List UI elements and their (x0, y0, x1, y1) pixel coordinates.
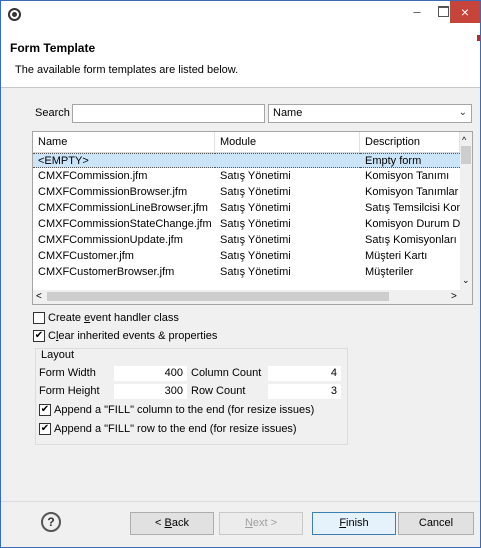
scroll-left-icon[interactable]: < (36, 291, 42, 302)
cell-name: CMXFCustomerBrowser.jfm (38, 266, 175, 278)
cancel-button[interactable]: Cancel (398, 512, 474, 535)
cell-name: <EMPTY> (33, 153, 215, 168)
eclipse-gear-icon (8, 8, 21, 21)
footer-separator (1, 501, 480, 502)
clear-inherited-checkbox[interactable]: ✔ (33, 330, 45, 342)
cell-module: Satış Yönetimi (220, 170, 291, 182)
cell-module: Satış Yönetimi (220, 218, 291, 230)
cell-name: CMXFCommissionBrowser.jfm (38, 186, 188, 198)
cell-description: Empty form (360, 153, 460, 168)
error-marker (477, 35, 480, 41)
finish-button[interactable]: Finish (312, 512, 396, 535)
search-input[interactable] (72, 104, 265, 123)
cell-name: CMXFCommission.jfm (38, 170, 148, 182)
table-row[interactable]: CMXFCustomer.jfm Satış Yönetimi Müşteri … (33, 249, 460, 264)
cell-name: CMXFCustomer.jfm (38, 250, 134, 262)
clear-inherited-label[interactable]: Clear inherited events & properties (48, 330, 217, 342)
search-label: Search (35, 107, 70, 119)
cell-module: Satış Yönetimi (220, 234, 291, 246)
table-row[interactable]: CMXFCommissionUpdate.jfm Satış Yönetimi … (33, 233, 460, 248)
search-field-value: Name (273, 107, 303, 119)
cell-description: Komisyon Tanımlar (365, 186, 459, 198)
table-header: Name Module Description (33, 132, 472, 153)
vertical-scroll-thumb[interactable] (461, 146, 471, 164)
cell-module: Satış Yönetimi (220, 202, 291, 214)
layout-legend: Layout (39, 349, 77, 361)
cell-description: Satış Temsilcisi Kon (365, 202, 460, 214)
create-event-handler-label[interactable]: Create event handler class (48, 312, 179, 324)
append-fill-column-checkbox[interactable]: ✔ (39, 404, 51, 416)
cell-description: Komisyon Durum D (365, 218, 460, 230)
wizard-dialog: – × Form Template The available form tem… (0, 0, 481, 548)
title-bar: – × (1, 1, 480, 29)
help-icon[interactable]: ? (41, 512, 61, 532)
append-fill-row-checkbox[interactable]: ✔ (39, 423, 51, 435)
cell-name: CMXFCommissionLineBrowser.jfm (38, 202, 208, 214)
minimize-button[interactable]: – (404, 1, 430, 23)
maximize-icon (437, 5, 449, 17)
form-height-field[interactable]: 300 (114, 384, 187, 399)
row-count-field[interactable]: 3 (268, 384, 341, 399)
scroll-down-icon[interactable]: ⌄ (462, 275, 470, 286)
column-header-module[interactable]: Module (215, 132, 360, 152)
horizontal-scroll-thumb[interactable] (47, 292, 389, 301)
cell-description: Satış Komisyonları G (365, 234, 460, 246)
create-event-handler-checkbox[interactable] (33, 312, 45, 324)
back-button[interactable]: < Back (130, 512, 214, 535)
chevron-down-icon: ⌄ (458, 107, 467, 118)
next-button[interactable]: Next > (219, 512, 303, 535)
cell-name: CMXFCommissionStateChange.jfm (38, 218, 212, 230)
column-count-field[interactable]: 4 (268, 366, 341, 381)
table-row[interactable]: CMXFCommission.jfm Satış Yönetimi Komisy… (33, 169, 460, 184)
column-header-name[interactable]: Name (33, 132, 215, 152)
cell-module: Satış Yönetimi (220, 250, 291, 262)
page-description: The available form templates are listed … (15, 64, 239, 76)
table-row[interactable]: <EMPTY> Empty form (33, 153, 460, 168)
page-title: Form Template (10, 41, 96, 55)
form-width-label: Form Width (39, 367, 96, 379)
vertical-scrollbar[interactable]: ^ ⌄ (460, 132, 472, 290)
wizard-header: Form Template The available form templat… (1, 29, 480, 88)
table-row[interactable]: CMXFCommissionLineBrowser.jfm Satış Yöne… (33, 201, 460, 216)
row-count-label: Row Count (191, 385, 246, 397)
column-header-description[interactable]: Description (360, 132, 460, 152)
column-count-label: Column Count (191, 367, 262, 379)
templates-table[interactable]: Name Module Description <EMPTY> Empty fo… (32, 131, 473, 305)
cell-description: Müşteriler (365, 266, 414, 278)
close-button[interactable]: × (450, 1, 480, 23)
scroll-up-icon[interactable]: ^ (462, 135, 466, 145)
cell-description: Komisyon Tanımı (365, 170, 450, 182)
cell-module: Satış Yönetimi (220, 186, 291, 198)
cell-module: Satış Yönetimi (220, 266, 291, 278)
form-width-field[interactable]: 400 (114, 366, 187, 381)
cell-name: CMXFCommissionUpdate.jfm (38, 234, 183, 246)
table-row[interactable]: CMXFCommissionStateChange.jfm Satış Yöne… (33, 217, 460, 232)
cell-module (215, 153, 360, 168)
append-fill-row-label[interactable]: Append a "FILL" row to the end (for resi… (54, 423, 297, 435)
scroll-right-icon[interactable]: > (451, 291, 457, 302)
table-row[interactable]: CMXFCustomerBrowser.jfm Satış Yönetimi M… (33, 265, 460, 280)
form-height-label: Form Height (39, 385, 100, 397)
horizontal-scrollbar[interactable]: < > (33, 290, 472, 304)
table-row[interactable]: CMXFCommissionBrowser.jfm Satış Yönetimi… (33, 185, 460, 200)
search-field-select[interactable]: Name ⌄ (268, 104, 472, 123)
cell-description: Müşteri Kartı (365, 250, 428, 262)
append-fill-column-label[interactable]: Append a "FILL" column to the end (for r… (54, 404, 314, 416)
